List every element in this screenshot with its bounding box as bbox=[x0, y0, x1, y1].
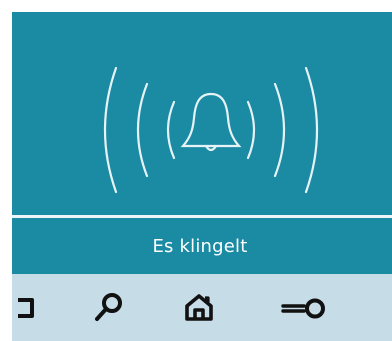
sound-wave-inner-left bbox=[166, 100, 176, 160]
status-bar: Es klingelt bbox=[12, 218, 392, 274]
home-icon bbox=[185, 293, 213, 321]
nav-button-key[interactable] bbox=[274, 274, 334, 341]
ringing-bell-icon bbox=[103, 66, 319, 194]
sound-wave-middle-left bbox=[136, 82, 149, 178]
nav-button-search[interactable] bbox=[78, 274, 138, 341]
key-icon bbox=[281, 298, 325, 318]
bottom-navigation bbox=[12, 274, 392, 341]
partial-item-icon bbox=[18, 297, 34, 318]
ringing-status-text: Es klingelt bbox=[152, 235, 248, 257]
bell-body bbox=[180, 92, 242, 148]
sound-wave-middle-right bbox=[273, 82, 286, 178]
nav-button-home[interactable] bbox=[169, 274, 229, 341]
sound-wave-inner-right bbox=[246, 100, 256, 160]
nav-button-partial[interactable] bbox=[12, 274, 50, 341]
sound-wave-outer-left bbox=[103, 66, 118, 194]
ringing-alert-panel bbox=[12, 12, 392, 215]
search-icon bbox=[95, 292, 122, 321]
sound-wave-outer-right bbox=[304, 66, 319, 194]
intercom-screen: Es klingelt bbox=[12, 12, 392, 341]
